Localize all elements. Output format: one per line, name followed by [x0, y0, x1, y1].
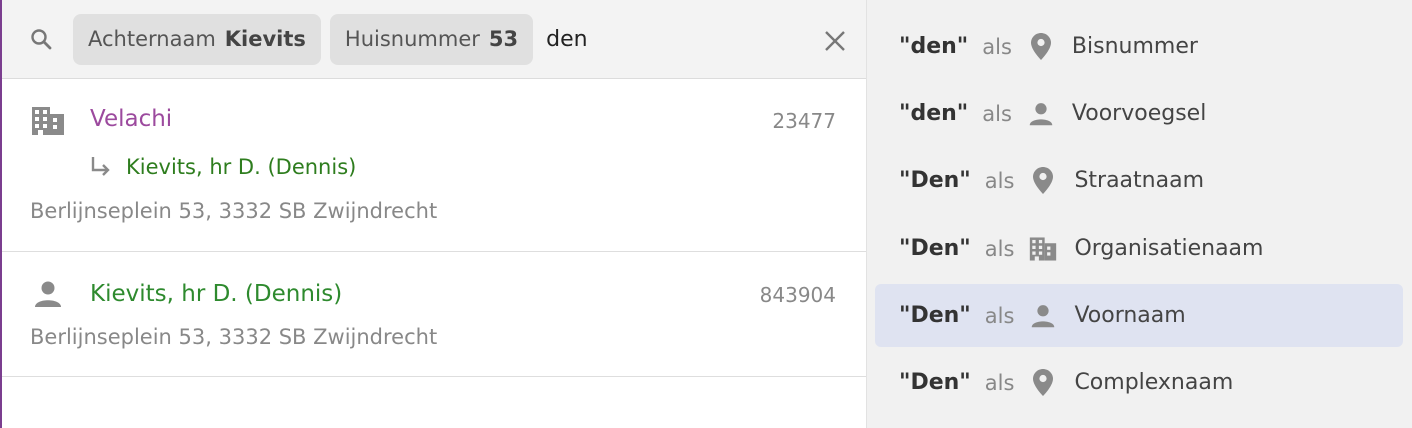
person-icon [1026, 99, 1056, 129]
result-item-organisation[interactable]: Velachi 23477 Kievits, hr D. (Dennis) Be… [2, 79, 866, 252]
contact-name: Kievits, hr D. (Dennis) [126, 155, 357, 179]
result-id: 843904 [759, 283, 836, 307]
suggestion-voornaam[interactable]: "Den" als Voornaam [875, 284, 1403, 347]
location-pin-icon [1026, 32, 1056, 62]
result-id: 23477 [772, 109, 836, 133]
chip-value: Kievits [224, 27, 306, 51]
suggestion-term: "Den" [899, 303, 971, 328]
suggestion-term: "Den" [899, 370, 971, 395]
suggestion-field: Straatnaam [1074, 168, 1204, 193]
building-icon [30, 103, 66, 139]
suggestion-field: Complexnaam [1074, 370, 1234, 395]
person-icon [1028, 301, 1058, 331]
chip-label: Achternaam [88, 27, 216, 51]
suggestion-complexnaam[interactable]: "Den" als Complexnaam [875, 351, 1403, 414]
location-pin-icon [1028, 368, 1058, 398]
search-bar: Achternaam Kievits Huisnummer 53 den [2, 0, 866, 79]
search-icon [28, 26, 54, 52]
filter-chip-huisnummer[interactable]: Huisnummer 53 [329, 13, 534, 65]
suggestion-connector: als [982, 34, 1012, 59]
results-panel: Achternaam Kievits Huisnummer 53 den Vel… [2, 0, 866, 428]
chip-value: 53 [488, 27, 519, 51]
suggestion-field: Organisatienaam [1074, 236, 1264, 261]
suggestion-term: "Den" [899, 236, 971, 261]
suggestion-connector: als [984, 168, 1015, 193]
suggestion-field: Voornaam [1074, 303, 1186, 328]
suggestion-field: Voorvoegsel [1071, 101, 1207, 126]
suggestion-connector: als [982, 101, 1012, 126]
building-icon [1028, 234, 1058, 264]
result-address: Berlijnseplein 53, 3332 SB Zwijndrecht [30, 199, 438, 223]
suggestion-dropdown: "den" als Bisnummer "den" als Voorvoegse… [866, 0, 1412, 428]
suggestion-straatnaam[interactable]: "Den" als Straatnaam [875, 149, 1403, 212]
result-title[interactable]: Kievits, hr D. (Dennis) [90, 281, 342, 307]
suggestion-organisatienaam[interactable]: "Den" als Organisatienaam [875, 217, 1403, 280]
result-contact[interactable]: Kievits, hr D. (Dennis) [90, 154, 356, 180]
result-address: Berlijnseplein 53, 3332 SB Zwijndrecht [30, 325, 438, 349]
search-input[interactable]: den [546, 27, 587, 52]
suggestion-term: "den" [899, 101, 969, 126]
result-title[interactable]: Velachi [90, 106, 172, 132]
suggestion-connector: als [984, 370, 1015, 395]
location-pin-icon [1028, 166, 1058, 196]
close-icon[interactable] [824, 30, 846, 52]
suggestion-connector: als [984, 236, 1015, 261]
chip-label: Huisnummer [344, 27, 480, 51]
suggestion-voorvoegsel[interactable]: "den" als Voorvoegsel [875, 82, 1403, 145]
suggestion-bisnummer[interactable]: "den" als Bisnummer [875, 15, 1403, 78]
suggestion-connector: als [984, 303, 1015, 328]
suggestion-term: "Den" [899, 168, 971, 193]
person-icon [30, 276, 66, 312]
subdirectory-arrow-icon [90, 154, 114, 180]
suggestion-term: "den" [899, 34, 969, 59]
suggestion-field: Bisnummer [1071, 34, 1198, 59]
filter-chip-achternaam[interactable]: Achternaam Kievits [73, 13, 321, 65]
result-item-person[interactable]: Kievits, hr D. (Dennis) 843904 Berlijnse… [2, 252, 866, 377]
